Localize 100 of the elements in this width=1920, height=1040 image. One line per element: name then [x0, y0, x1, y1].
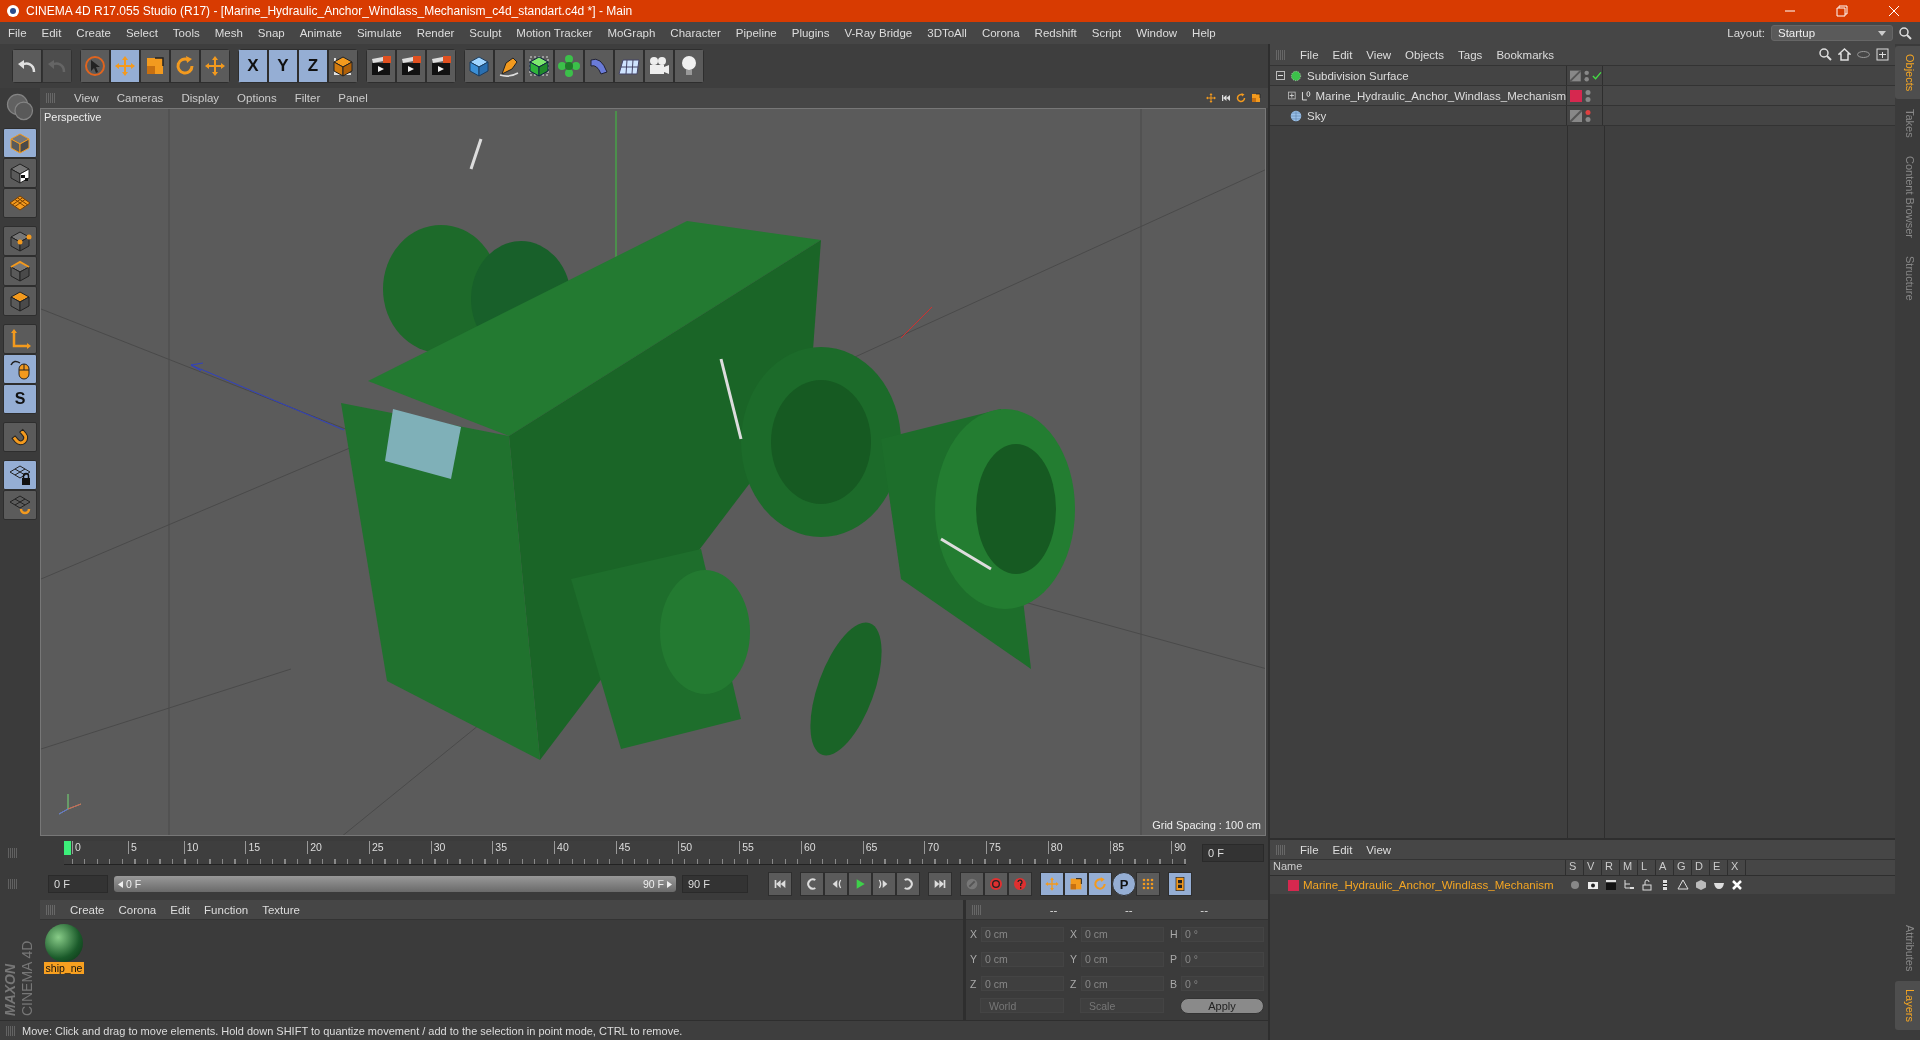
tool-button[interactable] [3, 128, 37, 158]
tool-button[interactable] [170, 49, 200, 83]
material-menu-item[interactable]: Edit [170, 903, 191, 916]
main-menu-item[interactable]: 3DToAll [927, 27, 967, 39]
layers-menu-item[interactable]: Edit [1332, 843, 1353, 856]
collapse-icon[interactable] [1276, 71, 1285, 80]
layout-dropdown[interactable]: Startup [1771, 25, 1893, 41]
tool-button[interactable] [872, 872, 896, 896]
search-icon[interactable] [1819, 48, 1832, 61]
tool-button[interactable] [328, 49, 358, 83]
close-icon[interactable] [1888, 5, 1900, 17]
layers-menu-item[interactable]: View [1366, 843, 1392, 856]
column-header[interactable]: X [1728, 860, 1746, 875]
axis-toggle-button[interactable]: X [238, 49, 268, 83]
side-tab[interactable]: Layers [1895, 980, 1920, 1030]
main-menu-item[interactable]: Window [1136, 27, 1178, 39]
tool-button[interactable] [3, 226, 37, 256]
visibility-dots-icon[interactable] [1585, 108, 1591, 123]
pyramid-icon[interactable] [1677, 879, 1689, 891]
side-tab[interactable]: Objects [1895, 46, 1920, 100]
tool-button[interactable] [3, 354, 37, 384]
apply-button[interactable]: Apply [1180, 998, 1264, 1015]
main-menu-item[interactable]: Script [1091, 27, 1122, 39]
end-frame-field[interactable]: 90 F [682, 875, 748, 893]
viewport-menu-item[interactable]: Filter [294, 92, 321, 104]
tool-button[interactable] [674, 49, 704, 83]
tool-button[interactable] [140, 49, 170, 83]
column-header[interactable]: Name [1270, 860, 1566, 875]
main-menu-item[interactable]: Pipeline [735, 27, 777, 39]
column-header[interactable]: L [1638, 860, 1656, 875]
main-menu-item[interactable]: Select [125, 27, 158, 39]
viewport-menu-item[interactable]: View [74, 92, 99, 104]
tool-button[interactable] [524, 49, 554, 83]
panel-grip-icon[interactable] [8, 848, 18, 858]
main-menu-item[interactable]: Edit [41, 27, 62, 39]
home-icon[interactable] [1838, 48, 1851, 61]
tool-button[interactable] [1088, 872, 1112, 896]
cube-icon[interactable] [1695, 879, 1707, 891]
axis-toggle-button[interactable]: Z [298, 49, 328, 83]
tool-button[interactable] [768, 872, 792, 896]
main-menu-item[interactable]: Motion Tracker [516, 27, 593, 39]
panel-grip-icon[interactable] [8, 879, 18, 889]
tool-button[interactable] [1064, 872, 1088, 896]
objects-menu-item[interactable]: Edit [1332, 48, 1353, 61]
visibility-dots-icon[interactable] [1583, 68, 1590, 83]
lock-icon[interactable] [1641, 879, 1653, 891]
main-menu-item[interactable]: Create [76, 27, 111, 39]
tool-button[interactable] [464, 49, 494, 83]
material-menu-item[interactable]: Function [204, 903, 249, 916]
axis-toggle-button[interactable]: S [3, 384, 37, 414]
tool-button[interactable] [494, 49, 524, 83]
tool-button[interactable] [1136, 872, 1160, 896]
main-menu-item[interactable]: File [8, 27, 27, 39]
eye-icon[interactable] [1587, 879, 1599, 891]
panel-grip-icon[interactable] [1276, 49, 1286, 60]
main-menu-item[interactable]: Snap [257, 27, 285, 39]
tool-button[interactable] [1168, 872, 1192, 896]
tool-button[interactable] [3, 490, 37, 520]
tool-button[interactable] [1040, 872, 1064, 896]
visibility-dots-icon[interactable] [1585, 88, 1591, 103]
main-menu-item[interactable]: Plugins [791, 27, 830, 39]
column-header[interactable]: A [1656, 860, 1674, 875]
frame-range-slider[interactable]: 0 F 90 F [114, 876, 676, 892]
column-header[interactable]: R [1602, 860, 1620, 875]
material-menu-item[interactable]: Texture [262, 903, 300, 916]
cross-icon[interactable] [1731, 879, 1743, 891]
tool-button[interactable] [614, 49, 644, 83]
main-menu-item[interactable]: V-Ray Bridge [844, 27, 913, 39]
viewport-menu-item[interactable]: Options [237, 92, 277, 104]
main-menu-item[interactable]: Redshift [1034, 27, 1077, 39]
tool-button[interactable] [896, 872, 920, 896]
material-name[interactable]: ship_ne [43, 962, 85, 974]
clapperboard-icon[interactable] [1605, 879, 1617, 891]
axis-toggle-button[interactable]: P [1112, 872, 1136, 896]
tool-button[interactable] [848, 872, 872, 896]
main-menu-item[interactable]: Animate [299, 27, 342, 39]
main-menu-item[interactable]: Mesh [214, 27, 243, 39]
layer-color-swatch[interactable] [1288, 879, 1299, 891]
new-panel-icon[interactable] [1876, 48, 1889, 61]
object-name[interactable]: Sky [1307, 109, 1327, 122]
material-menu-item[interactable]: Corona [118, 903, 157, 916]
tool-button[interactable] [644, 49, 674, 83]
column-header[interactable]: G [1674, 860, 1692, 875]
expand-icon[interactable] [1288, 91, 1296, 100]
objects-menu-item[interactable]: Tags [1458, 48, 1483, 61]
main-menu-item[interactable]: Sculpt [469, 27, 502, 39]
tool-button[interactable] [3, 286, 37, 316]
column-header[interactable]: D [1692, 860, 1710, 875]
main-menu-item[interactable]: Help [1192, 27, 1216, 39]
column-header[interactable]: M [1620, 860, 1638, 875]
tool-button[interactable] [3, 324, 37, 354]
current-frame-field[interactable]: 0 F [1202, 844, 1264, 862]
viewport-menu-item[interactable]: Panel [338, 92, 368, 104]
panel-grip-icon[interactable] [972, 904, 982, 915]
objects-menu-item[interactable]: Objects [1405, 48, 1445, 61]
tool-button[interactable] [800, 872, 824, 896]
objects-menu-item[interactable]: File [1300, 48, 1319, 61]
main-menu-item[interactable]: Character [670, 27, 721, 39]
main-menu-item[interactable]: Tools [172, 27, 200, 39]
objects-menu-item[interactable]: Bookmarks [1496, 48, 1554, 61]
